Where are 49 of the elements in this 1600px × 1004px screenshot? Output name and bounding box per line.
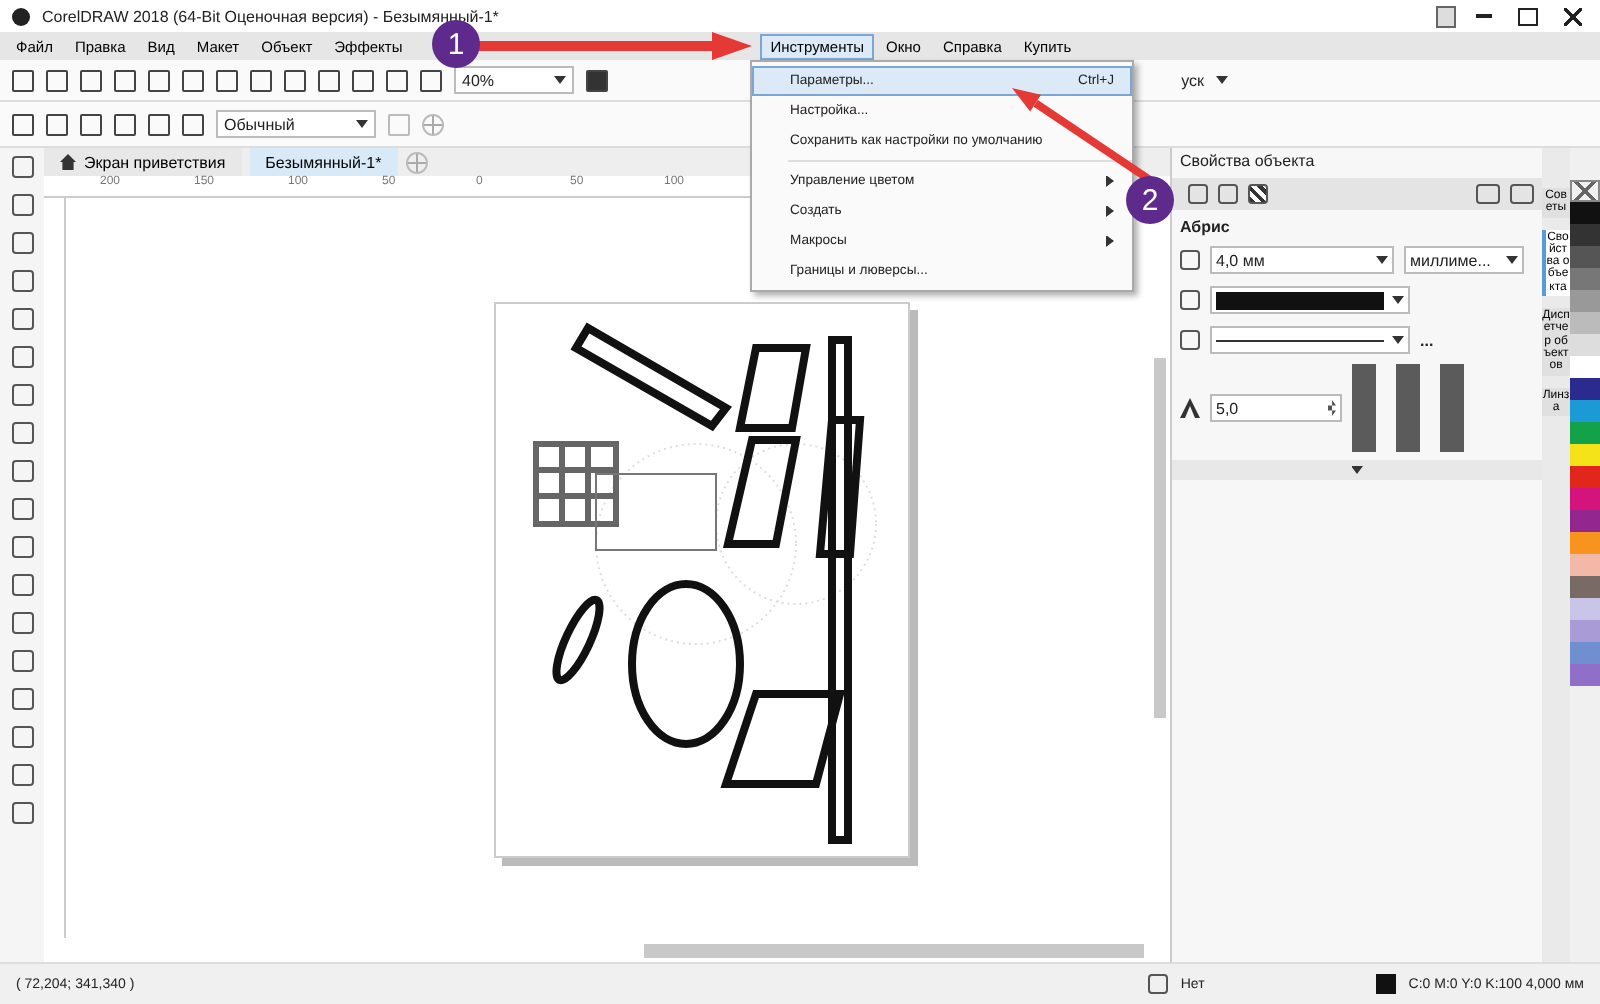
color-swatch[interactable]	[1570, 224, 1600, 246]
color-swatch[interactable]	[1570, 642, 1600, 664]
scrollbar-thumb[interactable]	[1154, 358, 1166, 718]
document-tab[interactable]: Безымянный-1*	[249, 148, 398, 176]
fullscreen-icon[interactable]	[586, 69, 608, 91]
window-icon[interactable]	[1476, 184, 1500, 204]
window-title: CorelDRAW 2018 (64-Bit Оценочная версия) - Безымянный-1*	[42, 7, 499, 25]
document-tab[interactable]: Экран приветствия	[44, 148, 242, 176]
color-swatch[interactable]	[1570, 466, 1600, 488]
section-heading: Абрис	[1178, 218, 1232, 236]
color-swatch[interactable]	[1570, 576, 1600, 598]
line-style-dropdown[interactable]	[1210, 326, 1410, 354]
miter-limit-field[interactable]: 5,0	[1210, 394, 1342, 422]
color-swatch[interactable]	[1570, 664, 1600, 686]
color-swatch[interactable]	[1570, 202, 1600, 224]
no-color-swatch[interactable]	[1570, 180, 1600, 202]
user-icon[interactable]	[1436, 5, 1456, 27]
window-icon[interactable]	[1510, 184, 1534, 204]
outline-swatch	[1376, 974, 1397, 994]
units-dropdown[interactable]: миллиме...	[1404, 246, 1524, 274]
color-swatch[interactable]	[1570, 444, 1600, 466]
miter-icon	[1180, 398, 1200, 418]
color-swatch[interactable]	[1570, 246, 1600, 268]
color-swatch[interactable]	[1570, 378, 1600, 400]
maximize-button[interactable]	[1512, 4, 1544, 28]
color-swatch[interactable]	[1570, 290, 1600, 312]
color-swatch[interactable]	[1570, 422, 1600, 444]
launch-label[interactable]: уск	[1181, 71, 1204, 89]
color-swatch[interactable]	[1570, 510, 1600, 532]
color-swatch[interactable]	[1570, 268, 1600, 290]
color-swatch[interactable]	[1570, 334, 1600, 356]
more-button[interactable]: ...	[1420, 331, 1434, 349]
color-swatch[interactable]	[1570, 532, 1600, 554]
color-swatch[interactable]	[1570, 554, 1600, 576]
pattern-icon[interactable]	[1248, 184, 1268, 204]
caret-icon[interactable]	[1216, 76, 1228, 84]
color-swatch[interactable]	[1570, 488, 1600, 510]
outline-color-dropdown[interactable]	[1210, 286, 1410, 314]
outline-width-field[interactable]: 4,0 мм	[1210, 246, 1394, 274]
color-swatch[interactable]	[1570, 598, 1600, 620]
scrollbar-thumb[interactable]	[644, 943, 1144, 957]
color-swatch[interactable]	[1570, 312, 1600, 334]
color-swatch[interactable]	[1570, 400, 1600, 422]
color-swatch[interactable]	[1570, 356, 1600, 378]
zoom-dropdown[interactable]: 40%	[454, 66, 574, 94]
docker-title: Свойства объекта	[1178, 152, 1317, 170]
app-logo-icon	[12, 7, 30, 25]
style-dropdown[interactable]: Обычный	[216, 110, 376, 138]
color-swatch[interactable]	[1570, 620, 1600, 642]
